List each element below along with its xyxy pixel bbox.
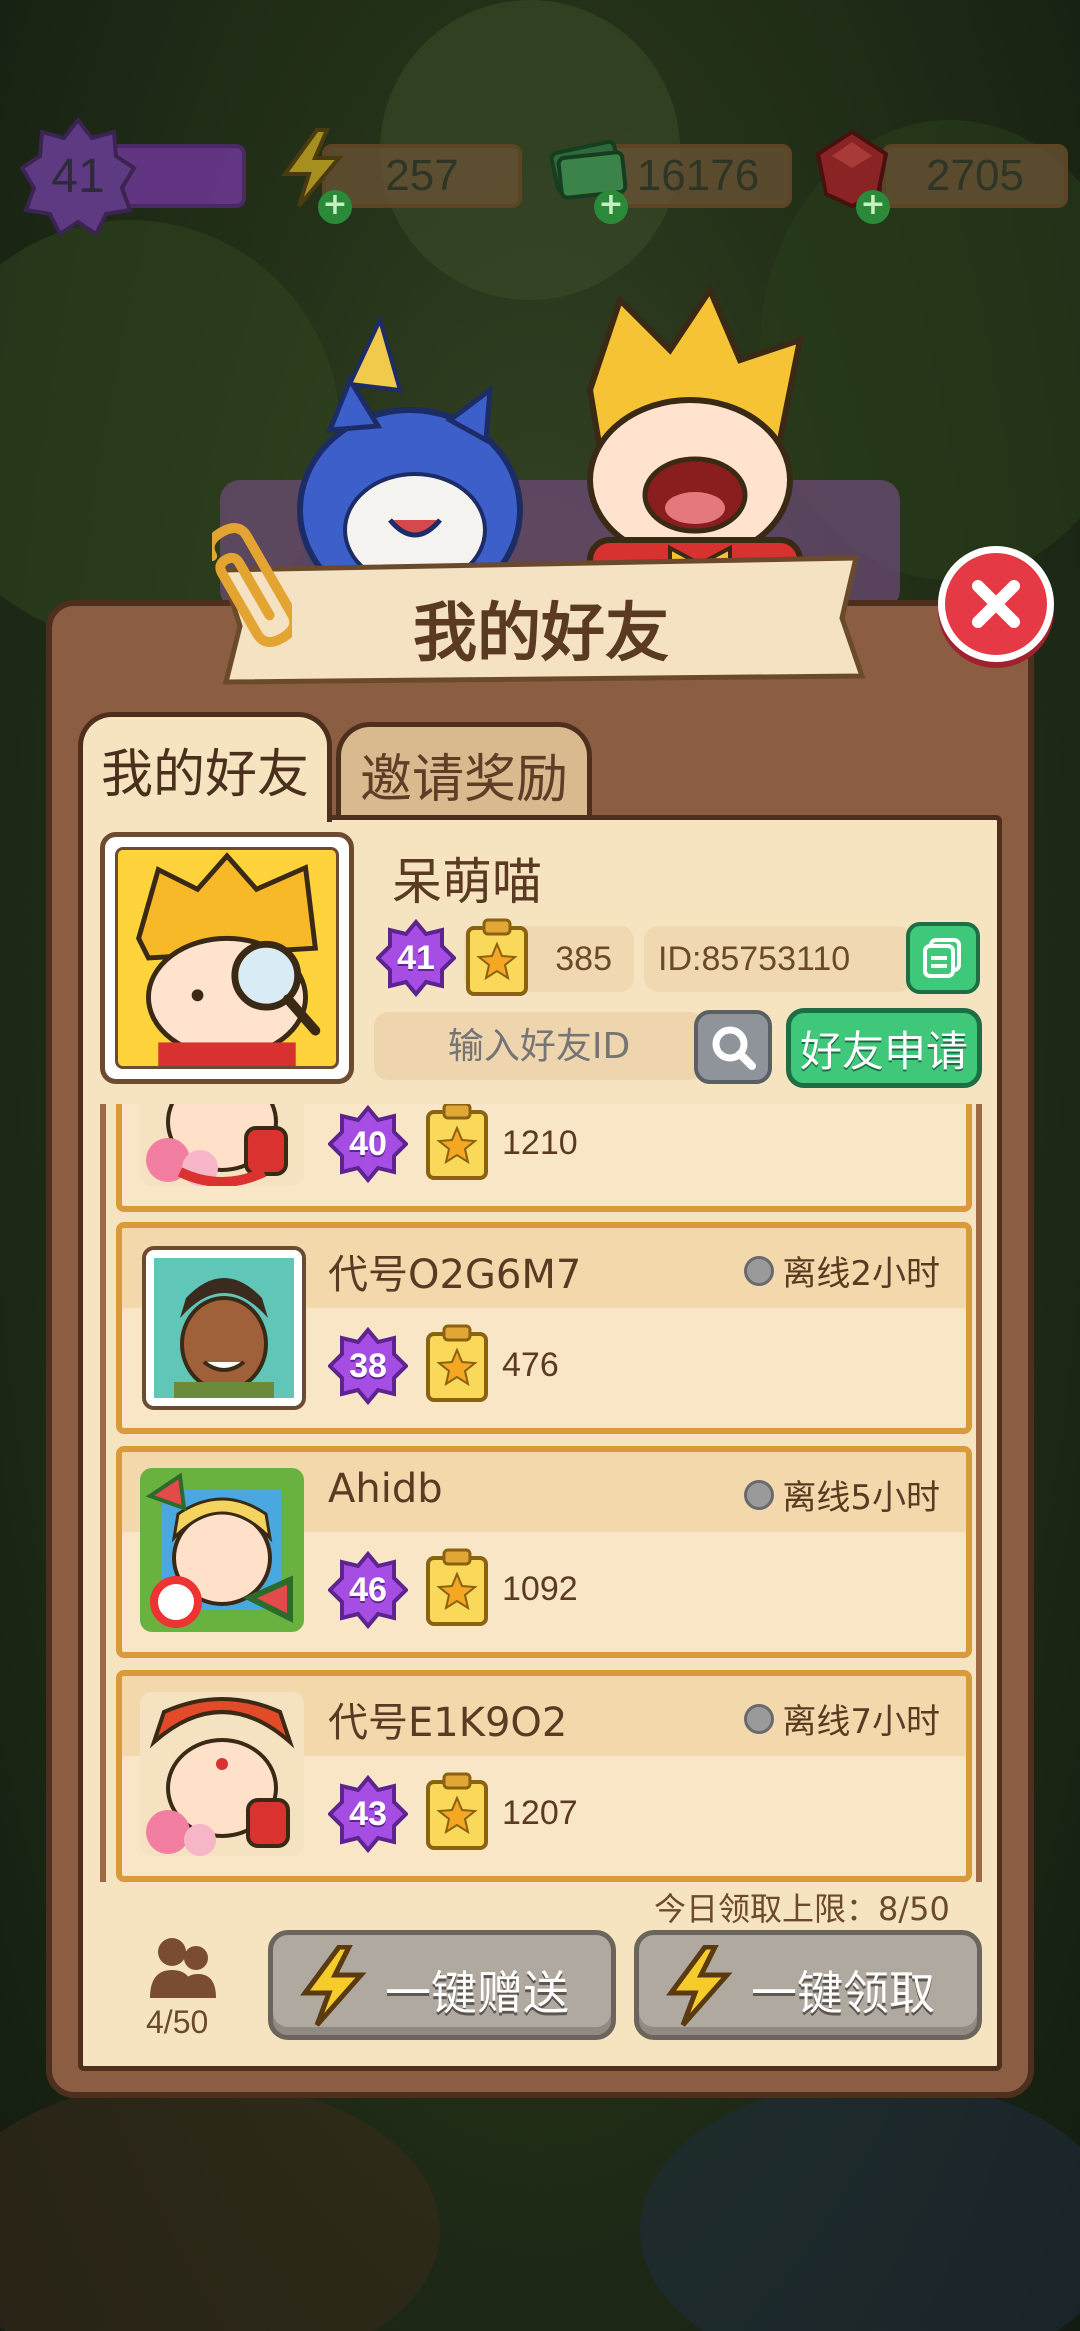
copy-id-button[interactable] bbox=[906, 922, 980, 994]
energy-value: 257 bbox=[322, 144, 522, 208]
friend-avatar bbox=[140, 1692, 304, 1856]
friend-card[interactable]: Ahidb 离线5小时 46 1092 bbox=[116, 1446, 972, 1658]
dialog-title: 我的好友 bbox=[413, 597, 669, 671]
friend-status: 离线7小时 bbox=[744, 1694, 940, 1743]
friend-count: 4/50 bbox=[146, 2004, 209, 2040]
friend-id-search-input[interactable] bbox=[374, 1012, 704, 1080]
clipboard-star-icon bbox=[424, 1104, 490, 1182]
friend-level-badge: 38 bbox=[328, 1326, 408, 1406]
friend-name: Ahidb bbox=[328, 1466, 443, 1512]
clipboard-star-icon bbox=[424, 1772, 490, 1852]
friend-avatar bbox=[140, 1468, 304, 1632]
my-level-badge: 41 bbox=[376, 918, 456, 998]
friend-score: 1210 bbox=[502, 1124, 578, 1162]
tab-my-friends[interactable]: 我的好友 bbox=[78, 712, 332, 822]
friend-name: 代号E1K9O2 bbox=[328, 1700, 568, 1746]
my-nickname: 呆萌喵 bbox=[392, 853, 542, 911]
add-energy-button[interactable]: + bbox=[318, 190, 352, 224]
friends-icon bbox=[146, 1932, 218, 2004]
cash-value: 16176 bbox=[604, 144, 792, 208]
tab-invite-rewards[interactable]: 邀请奖励 bbox=[336, 722, 592, 822]
resource-bar: 41 257 + 16176 + 2705 + bbox=[0, 116, 1080, 236]
search-button[interactable] bbox=[694, 1010, 772, 1084]
friend-requests-button[interactable]: 好友申请 bbox=[786, 1008, 982, 1088]
copy-icon bbox=[923, 938, 961, 978]
friend-name: 代号O2G6M7 bbox=[328, 1252, 582, 1298]
clipboard-star-icon bbox=[464, 918, 530, 998]
player-level: 41 bbox=[51, 149, 105, 203]
daily-claim-limit: 今日领取上限：8/50 bbox=[654, 1890, 950, 1928]
lightning-icon bbox=[300, 1945, 367, 2027]
close-icon bbox=[972, 580, 1020, 628]
close-button[interactable] bbox=[938, 546, 1054, 662]
my-avatar[interactable] bbox=[100, 832, 354, 1084]
offline-dot-icon bbox=[744, 1255, 775, 1286]
friend-avatar bbox=[140, 1104, 304, 1186]
lightning-icon bbox=[666, 1945, 733, 2027]
friend-status: 离线2小时 bbox=[744, 1246, 940, 1295]
send-all-button[interactable]: 一键赠送 bbox=[268, 1930, 616, 2040]
friend-score: 1092 bbox=[502, 1570, 578, 1608]
friend-score: 1207 bbox=[502, 1794, 578, 1832]
clipboard-star-icon bbox=[424, 1548, 490, 1628]
offline-dot-icon bbox=[744, 1703, 775, 1734]
clipboard-star-icon bbox=[424, 1324, 490, 1404]
player-level-icon[interactable]: 41 bbox=[18, 116, 138, 236]
paperclip-icon bbox=[204, 520, 300, 650]
gem-value: 2705 bbox=[882, 144, 1068, 208]
friend-score: 476 bbox=[502, 1346, 559, 1384]
my-player-id: ID:85753110 bbox=[644, 926, 912, 992]
add-gem-button[interactable]: + bbox=[856, 190, 890, 224]
friend-level-badge: 40 bbox=[328, 1104, 408, 1184]
dialog-title-banner: 我的好友 bbox=[216, 556, 866, 686]
add-cash-button[interactable]: + bbox=[594, 190, 628, 224]
friend-avatar bbox=[142, 1246, 306, 1410]
friend-card[interactable]: 代号O2G6M7 离线2小时 38 476 bbox=[116, 1222, 972, 1434]
friend-card[interactable]: 40 1210 bbox=[116, 1104, 972, 1212]
friend-level-badge: 43 bbox=[328, 1774, 408, 1854]
offline-dot-icon bbox=[744, 1479, 775, 1510]
search-icon bbox=[712, 1026, 756, 1070]
claim-all-button[interactable]: 一键领取 bbox=[634, 1930, 982, 2040]
friend-card[interactable]: 代号E1K9O2 离线7小时 43 1207 bbox=[116, 1670, 972, 1882]
friend-status: 离线5小时 bbox=[744, 1470, 940, 1519]
friend-level-badge: 46 bbox=[328, 1550, 408, 1630]
friend-list[interactable]: 40 1210 代号O2G6M7 离线2小时 38 476 Ahidb 离线5小… bbox=[100, 1104, 982, 1882]
